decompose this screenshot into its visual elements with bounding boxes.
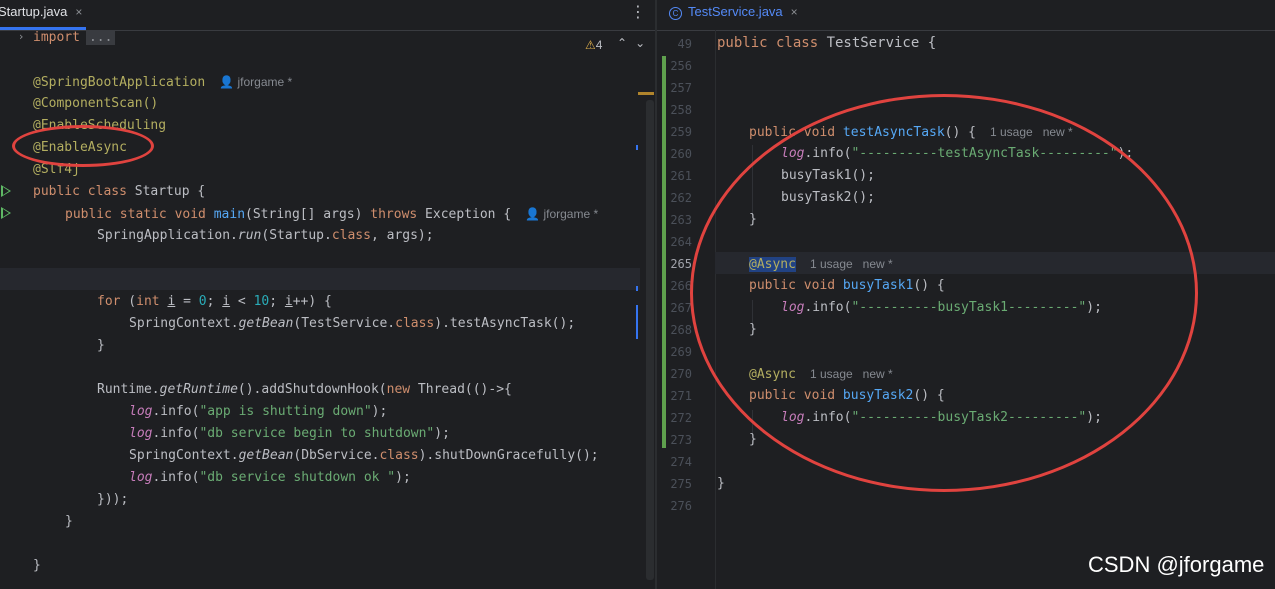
code-line[interactable]: log.info("db service shutdown ok "); — [129, 467, 411, 489]
code-line[interactable]: @ComponentScan() — [33, 93, 158, 115]
change-marker[interactable] — [636, 305, 638, 339]
chevron-up-icon[interactable]: ⌃ — [617, 36, 635, 50]
code-line[interactable]: Runtime.getRuntime().addShutdownHook(new… — [97, 379, 512, 401]
code-line[interactable]: } — [749, 429, 757, 451]
chevron-down-icon[interactable]: ⌄ — [635, 36, 653, 50]
folded-imports[interactable]: ... — [85, 30, 116, 45]
red-circle-annotation — [690, 94, 1198, 492]
line-number: 256 — [670, 59, 692, 73]
line-number: 271 — [670, 389, 692, 403]
run-class-icon[interactable] — [1, 185, 11, 197]
code-line[interactable]: })); — [97, 489, 128, 511]
code-line[interactable]: } — [717, 473, 725, 495]
code-line[interactable]: log.info("db service begin to shutdown")… — [129, 423, 450, 445]
line-number: 263 — [670, 213, 692, 227]
tab-label: Startup.java — [0, 4, 68, 19]
line-number: 274 — [670, 455, 692, 469]
line-number: 257 — [670, 81, 692, 95]
author-hint: 👤 jforgame * — [219, 75, 293, 89]
left-editor-pane[interactable]: Startup.java × ⋮ › ⚠4 ⌃⌄ import... @Sprin… — [0, 0, 655, 589]
code-line[interactable]: for (int i = 0; i < 10; i++) { — [97, 291, 332, 313]
code-line[interactable]: } — [65, 511, 73, 533]
line-number: 275 — [670, 477, 692, 491]
class-icon: C — [669, 7, 682, 20]
tab-label: TestService.java — [688, 4, 783, 19]
right-tab-bar: C TestService.java × — [657, 0, 1275, 31]
line-number: 267 — [670, 301, 692, 315]
code-line[interactable]: } — [33, 555, 41, 577]
line-number: 262 — [670, 191, 692, 205]
person-icon: 👤 — [525, 207, 541, 221]
run-main-icon[interactable] — [1, 207, 11, 219]
line-number: 259 — [670, 125, 692, 139]
code-line[interactable]: public class Startup { — [33, 181, 205, 203]
close-icon[interactable]: × — [75, 5, 82, 19]
warning-count: 4 — [595, 38, 603, 52]
line-number: 273 — [670, 433, 692, 447]
tab-testservice-java[interactable]: C TestService.java × — [669, 0, 798, 30]
line-number: 266 — [670, 279, 692, 293]
sticky-header-line[interactable]: public class TestService { — [717, 32, 936, 54]
line-number: 49 — [677, 37, 692, 51]
red-circle-annotation — [12, 125, 154, 167]
code-line[interactable]: log.info("app is shutting down"); — [129, 401, 387, 423]
code-line[interactable]: SpringApplication.run(Startup.class, arg… — [97, 225, 434, 247]
current-line-highlight — [0, 268, 640, 290]
author-hint: 👤 jforgame * — [525, 207, 599, 221]
line-number: 264 — [670, 235, 692, 249]
line-number: 261 — [670, 169, 692, 183]
tab-startup-java[interactable]: Startup.java × — [0, 0, 87, 30]
code-line[interactable]: SpringContext.getBean(DbService.class).s… — [129, 445, 599, 467]
line-number: 258 — [670, 103, 692, 117]
line-number: 269 — [670, 345, 692, 359]
fold-arrow-icon[interactable]: › — [19, 30, 23, 43]
watermark: CSDN @jforgame — [1088, 552, 1265, 577]
code-line[interactable]: @SpringBootApplication 👤 jforgame * — [33, 71, 292, 93]
more-options-icon[interactable]: ⋮ — [630, 2, 646, 21]
inspection-nav[interactable]: ⌃⌄ — [617, 36, 653, 50]
line-number: 272 — [670, 411, 692, 425]
line-number: 265 — [670, 257, 692, 271]
change-marker[interactable] — [636, 286, 638, 291]
line-number: 270 — [670, 367, 692, 381]
line-number: 260 — [670, 147, 692, 161]
line-number: 276 — [670, 499, 692, 513]
person-icon: 👤 — [219, 75, 235, 89]
change-marker[interactable] — [636, 145, 638, 150]
code-line[interactable]: SpringContext.getBean(TestService.class)… — [129, 313, 575, 335]
code-line-import[interactable]: import... — [33, 27, 116, 49]
vertical-scrollbar[interactable] — [646, 100, 654, 580]
warning-icon: ⚠ — [585, 38, 596, 52]
code-line[interactable]: public static void main(String[] args) t… — [65, 203, 598, 225]
line-number: 268 — [670, 323, 692, 337]
code-line[interactable]: } — [97, 335, 105, 357]
inspection-widget[interactable]: ⚠4 — [585, 38, 602, 52]
close-icon[interactable]: × — [791, 5, 798, 19]
warning-marker[interactable] — [638, 92, 654, 95]
